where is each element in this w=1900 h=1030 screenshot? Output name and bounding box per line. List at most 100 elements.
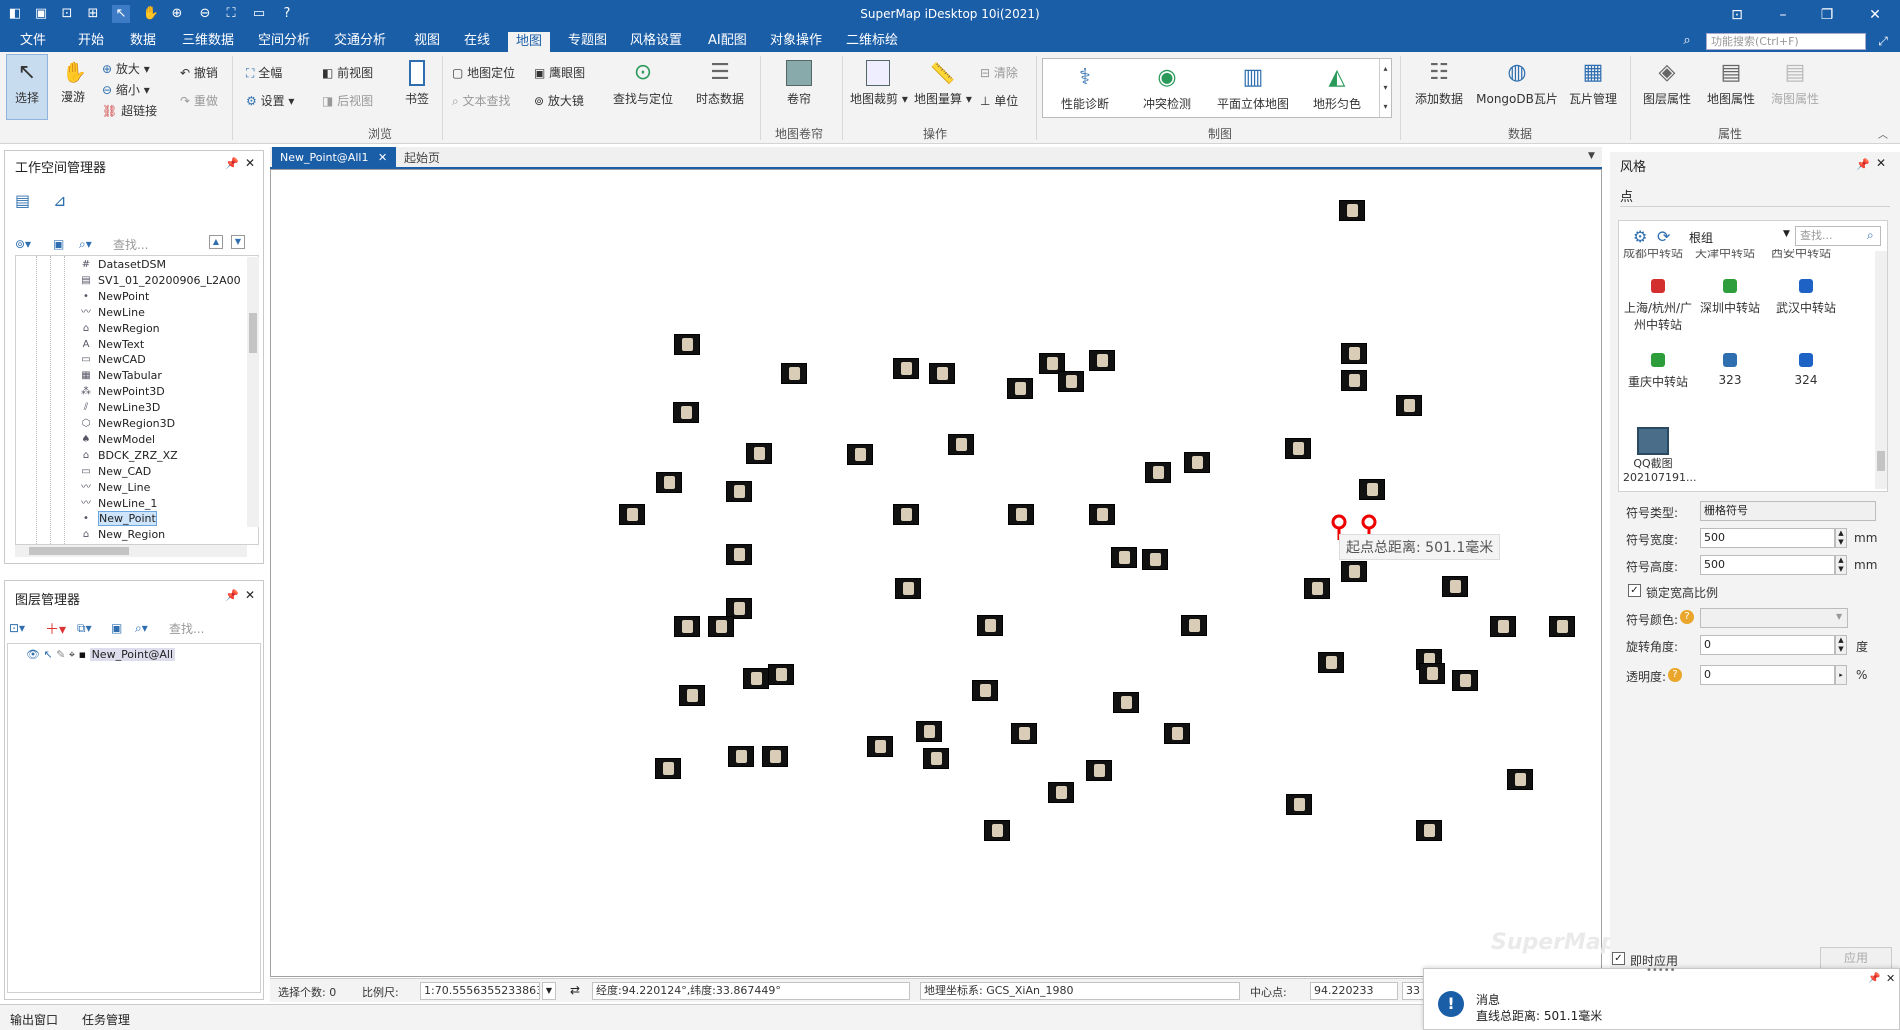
gallery-scroll-icon[interactable]: ▴ ▾ ▾ [1379, 59, 1391, 117]
selectable-icon[interactable]: ↖ [43, 648, 52, 661]
point-feature[interactable] [948, 434, 974, 455]
point-feature[interactable] [1359, 479, 1385, 500]
find-locate-button[interactable]: ⊙ 查找与定位 [610, 60, 676, 107]
point-feature[interactable] [1142, 549, 1168, 570]
tab-new-point[interactable]: New_Point@All1 ✕ [272, 147, 396, 169]
point-feature[interactable] [673, 402, 699, 423]
search-icon[interactable]: ⌕ [1676, 31, 1698, 51]
pin-icon[interactable]: 📌 [225, 589, 239, 602]
symbol-item[interactable]: 重庆中转站 [1623, 353, 1693, 390]
settings-button[interactable]: ⚙ 设置 ▾ [246, 92, 294, 109]
add-layer-icon[interactable]: ＋▾ [45, 619, 66, 639]
dataset-item[interactable]: • New_Point [83, 511, 157, 527]
point-feature[interactable] [1507, 769, 1533, 790]
point-feature[interactable] [1419, 663, 1445, 684]
dataset-item[interactable]: ▭ New_CAD [81, 465, 151, 478]
point-feature[interactable] [656, 472, 682, 493]
point-feature[interactable] [1113, 692, 1139, 713]
prev-view-button[interactable]: ◧ 前视图 [322, 64, 373, 81]
output-window-tab[interactable]: 输出窗口 [10, 1011, 58, 1028]
symbol-item[interactable]: 324 [1771, 353, 1841, 387]
refresh-icon[interactable]: ⟳ [1657, 227, 1670, 246]
close-icon[interactable]: ✕ [245, 156, 255, 170]
plan3d-button[interactable]: ▥ 平面立体地图 [1213, 65, 1293, 112]
point-feature[interactable] [1089, 504, 1115, 525]
menu-view[interactable]: 视图 [410, 30, 444, 52]
menu-file[interactable]: 文件 [16, 30, 50, 52]
dataset-item[interactable]: A NewText [83, 338, 145, 351]
menu-data[interactable]: 数据 [126, 30, 160, 52]
point-feature[interactable] [1011, 723, 1037, 744]
visible-eye-icon[interactable]: 👁 [26, 648, 40, 661]
dataset-item[interactable]: ▭ NewCAD [81, 353, 145, 366]
point-feature[interactable] [726, 481, 752, 502]
layer-prop-button[interactable]: ◈ 图层属性 [1638, 60, 1696, 107]
point-feature[interactable] [1396, 395, 1422, 416]
scroll-thumb[interactable] [1877, 451, 1885, 471]
point-feature[interactable] [743, 668, 769, 689]
tree-hscrollbar[interactable] [15, 545, 247, 557]
collapse-ribbon-icon[interactable]: ︿ [1878, 126, 1888, 141]
dataset-item[interactable]: ⌂ New_Region [83, 528, 165, 541]
tab-start-page[interactable]: 起始页 [404, 147, 440, 169]
layer-item[interactable]: 👁 ↖ ✎ ⌖ ▪ New_Point@All [26, 648, 176, 662]
point-feature[interactable] [1164, 723, 1190, 744]
point-feature[interactable] [762, 746, 788, 767]
snap-icon[interactable]: ⌖ [69, 648, 75, 661]
fullscreen-icon[interactable]: ⤢ [1872, 31, 1894, 51]
pin-icon[interactable]: 📌 [1868, 973, 1880, 984]
point-feature[interactable] [1341, 343, 1367, 364]
point-feature[interactable] [1184, 452, 1210, 473]
layer-settings-icon[interactable]: ▣ [111, 621, 122, 635]
point-feature[interactable] [895, 578, 921, 599]
hyperlink-button[interactable]: ⛓ 超链接 [102, 102, 157, 119]
close-icon[interactable]: ✕ [1876, 156, 1886, 170]
point-feature[interactable] [847, 444, 873, 465]
chevron-down-icon[interactable]: ▼ [1836, 612, 1842, 621]
point-feature[interactable] [1058, 371, 1084, 392]
map-locate-button[interactable]: ▢ 地图定位 [452, 64, 515, 81]
refresh-icon[interactable]: ▣ [53, 237, 64, 251]
add-data-button[interactable]: ☷ 添加数据 [1410, 60, 1468, 107]
dataset-item[interactable]: ⌂ NewRegion [83, 322, 160, 335]
temporal-data-button[interactable]: ☰ 时态数据 [692, 60, 748, 107]
symbol-item[interactable]: 323 [1695, 353, 1765, 387]
opacity-input[interactable]: 0 [1700, 665, 1835, 685]
dataset-item[interactable]: ⫽ NewLine3D [84, 401, 161, 414]
pin-icon[interactable]: 📌 [1856, 158, 1870, 171]
point-feature[interactable] [768, 664, 794, 685]
instant-apply-checkbox[interactable]: ✓ [1612, 952, 1625, 965]
collapse-up-icon[interactable]: ▲ [209, 235, 223, 249]
terrain-button[interactable]: ◭ 地形匀色 [1309, 65, 1365, 112]
point-feature[interactable] [867, 736, 893, 757]
task-manager-tab[interactable]: 任务管理 [82, 1011, 130, 1028]
point-feature[interactable] [1339, 200, 1365, 221]
swap-icon[interactable]: ⇄ [570, 983, 580, 997]
map-view[interactable]: 起点总距离: 501.1毫米 SuperMap [270, 169, 1617, 977]
open-icon[interactable]: ⊚▾ [15, 237, 31, 251]
map-prop-button[interactable]: ▤ 地图属性 [1702, 60, 1760, 107]
close-icon[interactable]: ✕ [245, 588, 255, 602]
point-feature[interactable] [674, 616, 700, 637]
tree-scrollbar[interactable] [247, 257, 259, 527]
bookmark-button[interactable]: 书签 [400, 60, 434, 107]
layer-group-icon[interactable]: ⊡▾ [9, 621, 25, 635]
symbol-item[interactable]: 武汉中转站 [1771, 279, 1841, 316]
eagle-eye-button[interactable]: ▣ 鹰眼图 [534, 64, 585, 81]
perf-diag-button[interactable]: ⚕ 性能诊断 [1057, 65, 1113, 112]
function-search-input[interactable]: 功能搜索(Ctrl+F) [1706, 33, 1866, 50]
point-feature[interactable] [1318, 652, 1344, 673]
menu-traffic-analysis[interactable]: 交通分析 [330, 30, 390, 52]
point-feature[interactable] [674, 334, 700, 355]
point-feature[interactable] [746, 443, 772, 464]
select-button[interactable]: ↖ 选择 [6, 54, 48, 120]
symbol-scrollbar[interactable] [1875, 251, 1887, 489]
menu-style-settings[interactable]: 风格设置 [626, 30, 686, 52]
point-feature[interactable] [708, 616, 734, 637]
close-button[interactable]: ✕ [1864, 5, 1886, 25]
opacity-stepper[interactable]: ▸ [1835, 665, 1847, 685]
point-feature[interactable] [1048, 782, 1074, 803]
menu-map[interactable]: 地图 [508, 32, 551, 52]
point-feature[interactable] [929, 363, 955, 384]
crs-display[interactable]: 地理坐标系: GCS_XiAn_1980 [920, 982, 1240, 1000]
